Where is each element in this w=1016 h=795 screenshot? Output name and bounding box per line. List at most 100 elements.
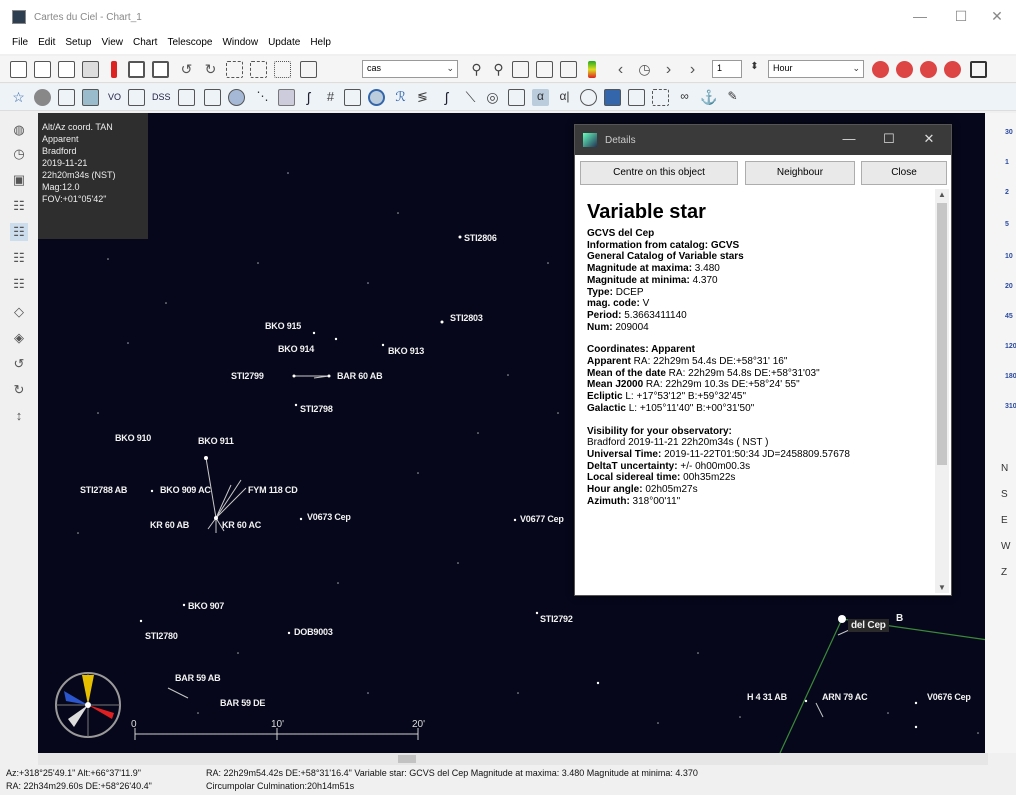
- menu-chart[interactable]: Chart: [133, 34, 163, 54]
- clock-icon[interactable]: ◷: [636, 61, 653, 78]
- location-icon[interactable]: ⚲: [490, 61, 507, 78]
- select-icon[interactable]: [274, 61, 291, 78]
- scroll-up-icon[interactable]: ▲: [938, 190, 946, 199]
- list-icon[interactable]: [512, 61, 529, 78]
- zenith-button[interactable]: Z: [1001, 567, 1007, 578]
- open-icon[interactable]: [34, 61, 51, 78]
- star-label[interactable]: BAR 59 DE: [220, 698, 265, 708]
- animation-icon-3[interactable]: [920, 61, 937, 78]
- curve-icon[interactable]: ʃ: [300, 89, 317, 106]
- menu-file[interactable]: File: [12, 34, 34, 54]
- calendar-icon[interactable]: [536, 61, 553, 78]
- south-button[interactable]: S: [1001, 489, 1008, 500]
- anchor-icon[interactable]: ⚓: [700, 89, 717, 106]
- star-label[interactable]: STI2792: [540, 614, 573, 624]
- boundary-icon[interactable]: ⟍: [462, 89, 479, 106]
- globe-icon[interactable]: ◍: [10, 121, 28, 139]
- rotate-left-icon[interactable]: ↺: [10, 355, 28, 373]
- star-label[interactable]: FYM 118 CD: [248, 485, 298, 495]
- menu-update[interactable]: Update: [268, 34, 306, 54]
- star-label[interactable]: ARN 79 AC: [822, 692, 868, 702]
- target-icon[interactable]: ◎: [484, 89, 501, 106]
- centre-on-object-button[interactable]: Centre on this object: [580, 161, 738, 185]
- maximize-button[interactable]: ☐: [946, 8, 976, 25]
- network-icon[interactable]: [128, 89, 145, 106]
- star-label[interactable]: BKO 909 AC: [160, 485, 211, 495]
- horizontal-scrollbar-thumb[interactable]: [398, 755, 416, 763]
- menu-help[interactable]: Help: [310, 34, 337, 54]
- star-label[interactable]: STI2788 AB: [80, 485, 127, 495]
- vo-button[interactable]: VO: [108, 92, 121, 102]
- step-value-input[interactable]: 1: [712, 60, 742, 78]
- milky-way-icon[interactable]: ≶: [414, 89, 431, 106]
- fov-button[interactable]: 180: [1005, 373, 1016, 380]
- scroll-down-icon[interactable]: ▼: [938, 583, 946, 592]
- star-label[interactable]: KR 60 AB: [150, 520, 189, 530]
- zoom-fit-icon[interactable]: [226, 61, 243, 78]
- fov-button[interactable]: 45: [1005, 313, 1013, 320]
- star-label[interactable]: KR 60 AC: [222, 520, 261, 530]
- ecliptic-coord-icon[interactable]: ☷: [10, 275, 28, 293]
- spinner-icon[interactable]: ⬍: [746, 61, 763, 78]
- redo-icon[interactable]: ↻: [202, 61, 219, 78]
- table-icon[interactable]: [560, 61, 577, 78]
- alpha-icon[interactable]: α: [532, 89, 549, 106]
- undo-icon[interactable]: ↺: [178, 61, 195, 78]
- dots-icon[interactable]: ⋱: [254, 89, 271, 106]
- star-label[interactable]: V0677 Cep: [520, 514, 564, 524]
- selected-star-label[interactable]: del Cep: [848, 619, 889, 632]
- menu-telescope[interactable]: Telescope: [167, 34, 218, 54]
- image-icon[interactable]: [82, 89, 99, 106]
- night-icon[interactable]: [628, 89, 645, 106]
- fov-icon[interactable]: [652, 89, 669, 106]
- next-icon[interactable]: ›: [660, 61, 677, 78]
- east-button[interactable]: E: [1001, 515, 1008, 526]
- ecliptic-pen-icon[interactable]: ✎: [724, 89, 741, 106]
- arrows-icon[interactable]: [300, 61, 317, 78]
- fov-button[interactable]: 310: [1005, 403, 1016, 410]
- neighbour-button[interactable]: Neighbour: [745, 161, 855, 185]
- flip-vertical-icon[interactable]: ◈: [10, 329, 28, 347]
- panel-icon[interactable]: [970, 61, 987, 78]
- star-label[interactable]: STI2806: [464, 233, 497, 243]
- colors-icon[interactable]: [604, 89, 621, 106]
- animation-icon-2[interactable]: [896, 61, 913, 78]
- star-label[interactable]: STI2803: [450, 313, 483, 323]
- minimize-button[interactable]: —: [905, 8, 935, 24]
- star-label[interactable]: BKO 913: [388, 346, 424, 356]
- west-button[interactable]: W: [1001, 541, 1010, 552]
- zoom-box-icon[interactable]: [250, 61, 267, 78]
- animation-icon-1[interactable]: [872, 61, 889, 78]
- dss-button[interactable]: DSS: [152, 92, 171, 102]
- rotate-right-icon[interactable]: ↻: [10, 381, 28, 399]
- fov-button[interactable]: 10: [1005, 253, 1013, 260]
- menu-window[interactable]: Window: [222, 34, 264, 54]
- galactic-icon[interactable]: ☷: [10, 249, 28, 267]
- star-label[interactable]: BKO 907: [188, 601, 224, 611]
- grid-icon[interactable]: #: [322, 89, 339, 106]
- compass-icon[interactable]: [368, 89, 385, 106]
- close-button[interactable]: Close: [861, 161, 947, 185]
- horizontal-scrollbar[interactable]: [38, 753, 988, 765]
- clock-icon[interactable]: ◷: [10, 145, 28, 163]
- step-unit-combo[interactable]: Hour ⌄: [768, 60, 864, 78]
- star-label[interactable]: BKO 911: [198, 436, 234, 446]
- forward-icon[interactable]: ›: [684, 61, 701, 78]
- previous-icon[interactable]: ‹: [612, 61, 629, 78]
- star-icon[interactable]: ☆: [10, 89, 27, 106]
- star-label[interactable]: STI2799: [231, 371, 264, 381]
- circle-icon[interactable]: [580, 89, 597, 106]
- details-close-x-button[interactable]: ✕: [917, 131, 941, 147]
- flip-horizontal-icon[interactable]: ◇: [10, 303, 28, 321]
- menu-view[interactable]: View: [102, 34, 130, 54]
- menu-setup[interactable]: Setup: [65, 34, 97, 54]
- pin-icon[interactable]: [111, 61, 117, 78]
- star-label[interactable]: STI2780: [145, 631, 178, 641]
- catalog-icon[interactable]: [58, 89, 75, 106]
- menu-edit[interactable]: Edit: [38, 34, 61, 54]
- details-scrollbar[interactable]: ▲ ▼: [935, 189, 949, 593]
- star-label[interactable]: BKO 914: [278, 344, 314, 354]
- ecliptic-icon[interactable]: [344, 89, 361, 106]
- planet-icon[interactable]: [228, 89, 245, 106]
- binocular-icon[interactable]: ∞: [676, 89, 693, 106]
